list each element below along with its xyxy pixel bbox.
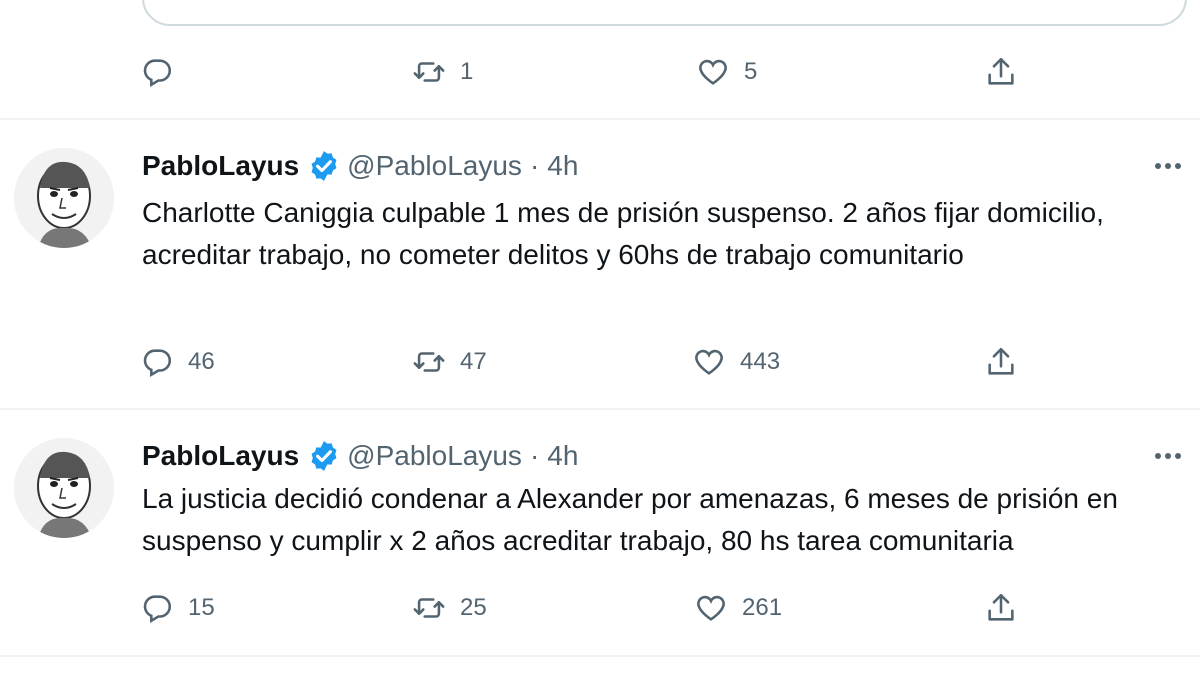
share-icon	[988, 347, 1014, 375]
like-button[interactable]: 5	[696, 52, 757, 92]
heart-icon	[697, 595, 725, 621]
reply-icon	[143, 59, 172, 88]
reply-icon	[143, 595, 172, 624]
quoted-tweet-card[interactable]	[142, 0, 1187, 26]
author-name[interactable]: PabloLayus	[142, 150, 299, 182]
retweet-button[interactable]: 1	[412, 52, 473, 92]
reply-button[interactable]	[140, 52, 188, 92]
verified-badge-icon	[311, 441, 337, 471]
retweet-count: 1	[460, 58, 474, 85]
separator-dot: ·	[529, 440, 540, 471]
retweet-count: 25	[460, 594, 487, 621]
tweet-header: PabloLayus @PabloLayus · 4h	[142, 436, 578, 476]
like-button[interactable]: 261	[694, 588, 782, 628]
reply-count: 46	[188, 348, 215, 375]
tweet-actions: 15 25 261	[0, 588, 1200, 628]
separator-dot: ·	[529, 150, 540, 181]
like-button[interactable]: 443	[692, 342, 780, 382]
tweet-divider	[0, 655, 1200, 657]
tweet-text: La justicia decidió condenar a Alexander…	[142, 483, 1118, 556]
tweet[interactable]: PabloLayus @PabloLayus · 4h La justicia …	[0, 410, 1200, 655]
reply-count: 15	[188, 594, 215, 621]
reply-button[interactable]: 46	[140, 342, 215, 382]
retweet-button[interactable]: 25	[412, 588, 487, 628]
heart-icon	[699, 59, 727, 85]
author-name[interactable]: PabloLayus	[142, 440, 299, 472]
avatar-caricature-image	[14, 438, 114, 538]
retweet-icon	[413, 598, 445, 618]
share-button[interactable]	[984, 588, 1018, 628]
avatar-caricature-image	[14, 148, 114, 248]
timestamp[interactable]: 4h	[547, 440, 578, 472]
heart-icon	[695, 349, 723, 375]
like-count: 261	[742, 594, 783, 621]
tweet-actions: 46 47 443	[0, 342, 1200, 382]
tweet[interactable]: PabloLayus @PabloLayus · 4h Charlotte Ca…	[0, 120, 1200, 408]
retweet-icon	[413, 62, 445, 82]
share-icon	[988, 593, 1014, 621]
like-count: 443	[740, 348, 781, 375]
author-handle[interactable]: @PabloLayus	[347, 440, 522, 472]
retweet-icon	[413, 352, 445, 372]
avatar[interactable]	[14, 438, 114, 538]
timeline: 1 5 PabloLayus @PabloLayus · 4h Charlott…	[0, 0, 1200, 675]
tweet-text: Charlotte Caniggia culpable 1 mes de pri…	[142, 197, 1104, 270]
author-handle[interactable]: @PabloLayus	[347, 150, 522, 182]
reply-icon	[143, 349, 172, 378]
more-options-icon[interactable]	[1150, 446, 1186, 466]
verified-badge-icon	[311, 151, 337, 181]
share-icon	[988, 57, 1014, 85]
share-button[interactable]	[984, 342, 1018, 382]
tweet-header: PabloLayus @PabloLayus · 4h	[142, 146, 578, 186]
more-options-icon[interactable]	[1150, 156, 1186, 176]
like-count: 5	[744, 58, 758, 85]
retweet-button[interactable]: 47	[412, 342, 487, 382]
avatar[interactable]	[14, 148, 114, 248]
reply-button[interactable]: 15	[140, 588, 215, 628]
retweet-count: 47	[460, 348, 487, 375]
tweet-actions: 1 5	[0, 52, 1200, 92]
share-button[interactable]	[984, 52, 1018, 92]
timestamp[interactable]: 4h	[547, 150, 578, 182]
